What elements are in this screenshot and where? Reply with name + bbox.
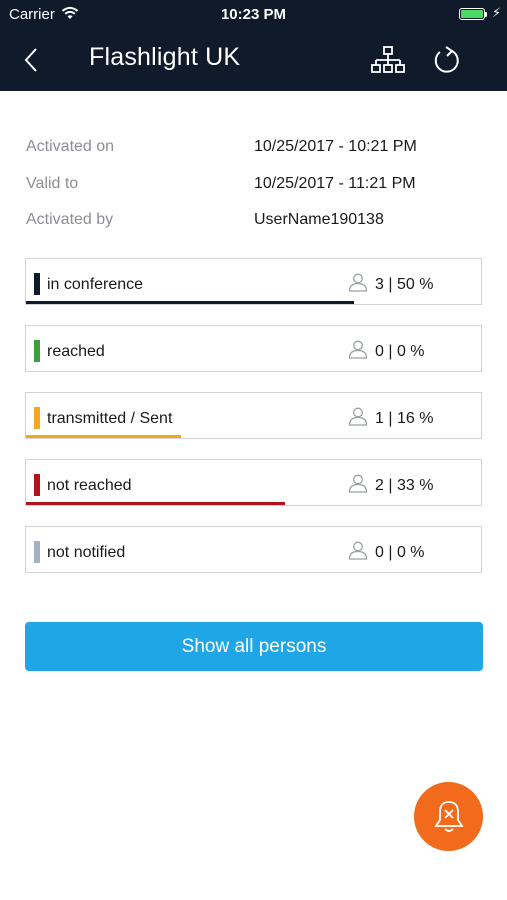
progress-bar bbox=[26, 435, 181, 438]
status-time: 10:23 PM bbox=[220, 6, 287, 23]
status-color-marker bbox=[34, 474, 40, 496]
status-count: 2 | 33 % bbox=[375, 477, 434, 494]
status-label: transmitted / Sent bbox=[47, 410, 173, 427]
activated-on-value: 10/25/2017 - 10:21 PM bbox=[254, 138, 417, 155]
status-color-marker bbox=[34, 273, 40, 295]
activated-by-label: Activated by bbox=[26, 211, 114, 228]
person-icon bbox=[348, 474, 368, 493]
progress-bar bbox=[26, 301, 354, 304]
status-bar: Carrier 10:23 PM ⚡ bbox=[0, 0, 507, 28]
status-count: 0 | 0 % bbox=[375, 544, 425, 561]
person-icon bbox=[348, 541, 368, 560]
cancel-alarm-button[interactable] bbox=[414, 782, 483, 851]
status-label: not reached bbox=[47, 477, 132, 494]
status-label: in conference bbox=[47, 276, 144, 293]
bell-cancel-icon bbox=[434, 801, 464, 832]
status-row-in-conference[interactable]: in conference 3 | 50 % bbox=[25, 258, 482, 305]
status-row-transmitted[interactable]: transmitted / Sent 1 | 16 % bbox=[25, 392, 482, 439]
status-label: not notified bbox=[47, 544, 126, 561]
battery-tip bbox=[485, 12, 487, 17]
person-icon bbox=[348, 340, 368, 359]
status-count: 1 | 16 % bbox=[375, 410, 434, 427]
refresh-icon[interactable] bbox=[431, 44, 463, 76]
activated-on-label: Activated on bbox=[26, 138, 115, 155]
status-row-not-reached[interactable]: not reached 2 | 33 % bbox=[25, 459, 482, 506]
progress-bar bbox=[26, 502, 286, 505]
person-icon bbox=[348, 407, 368, 426]
back-chevron-icon[interactable] bbox=[20, 46, 44, 74]
valid-to-value: 10/25/2017 - 11:21 PM bbox=[254, 175, 416, 192]
status-count: 0 | 0 % bbox=[375, 343, 425, 360]
show-all-persons-button[interactable]: Show all persons bbox=[25, 622, 483, 671]
charging-icon: ⚡ bbox=[492, 5, 502, 20]
person-icon bbox=[348, 273, 368, 292]
status-row-not-notified[interactable]: not notified 0 | 0 % bbox=[25, 526, 482, 573]
status-label: reached bbox=[47, 343, 105, 360]
status-row-reached[interactable]: reached 0 | 0 % bbox=[25, 325, 482, 372]
status-color-marker bbox=[34, 340, 40, 362]
status-count: 3 | 50 % bbox=[375, 276, 434, 293]
activated-by-value: UserName190138 bbox=[254, 211, 384, 228]
hierarchy-icon[interactable] bbox=[371, 45, 405, 75]
page-title: Flashlight UK bbox=[89, 43, 241, 71]
top-bar: Carrier 10:23 PM ⚡ Flashlight UK bbox=[0, 0, 507, 91]
status-color-marker bbox=[34, 407, 40, 429]
valid-to-label: Valid to bbox=[26, 175, 79, 192]
battery-icon bbox=[459, 8, 485, 20]
status-color-marker bbox=[34, 541, 40, 563]
